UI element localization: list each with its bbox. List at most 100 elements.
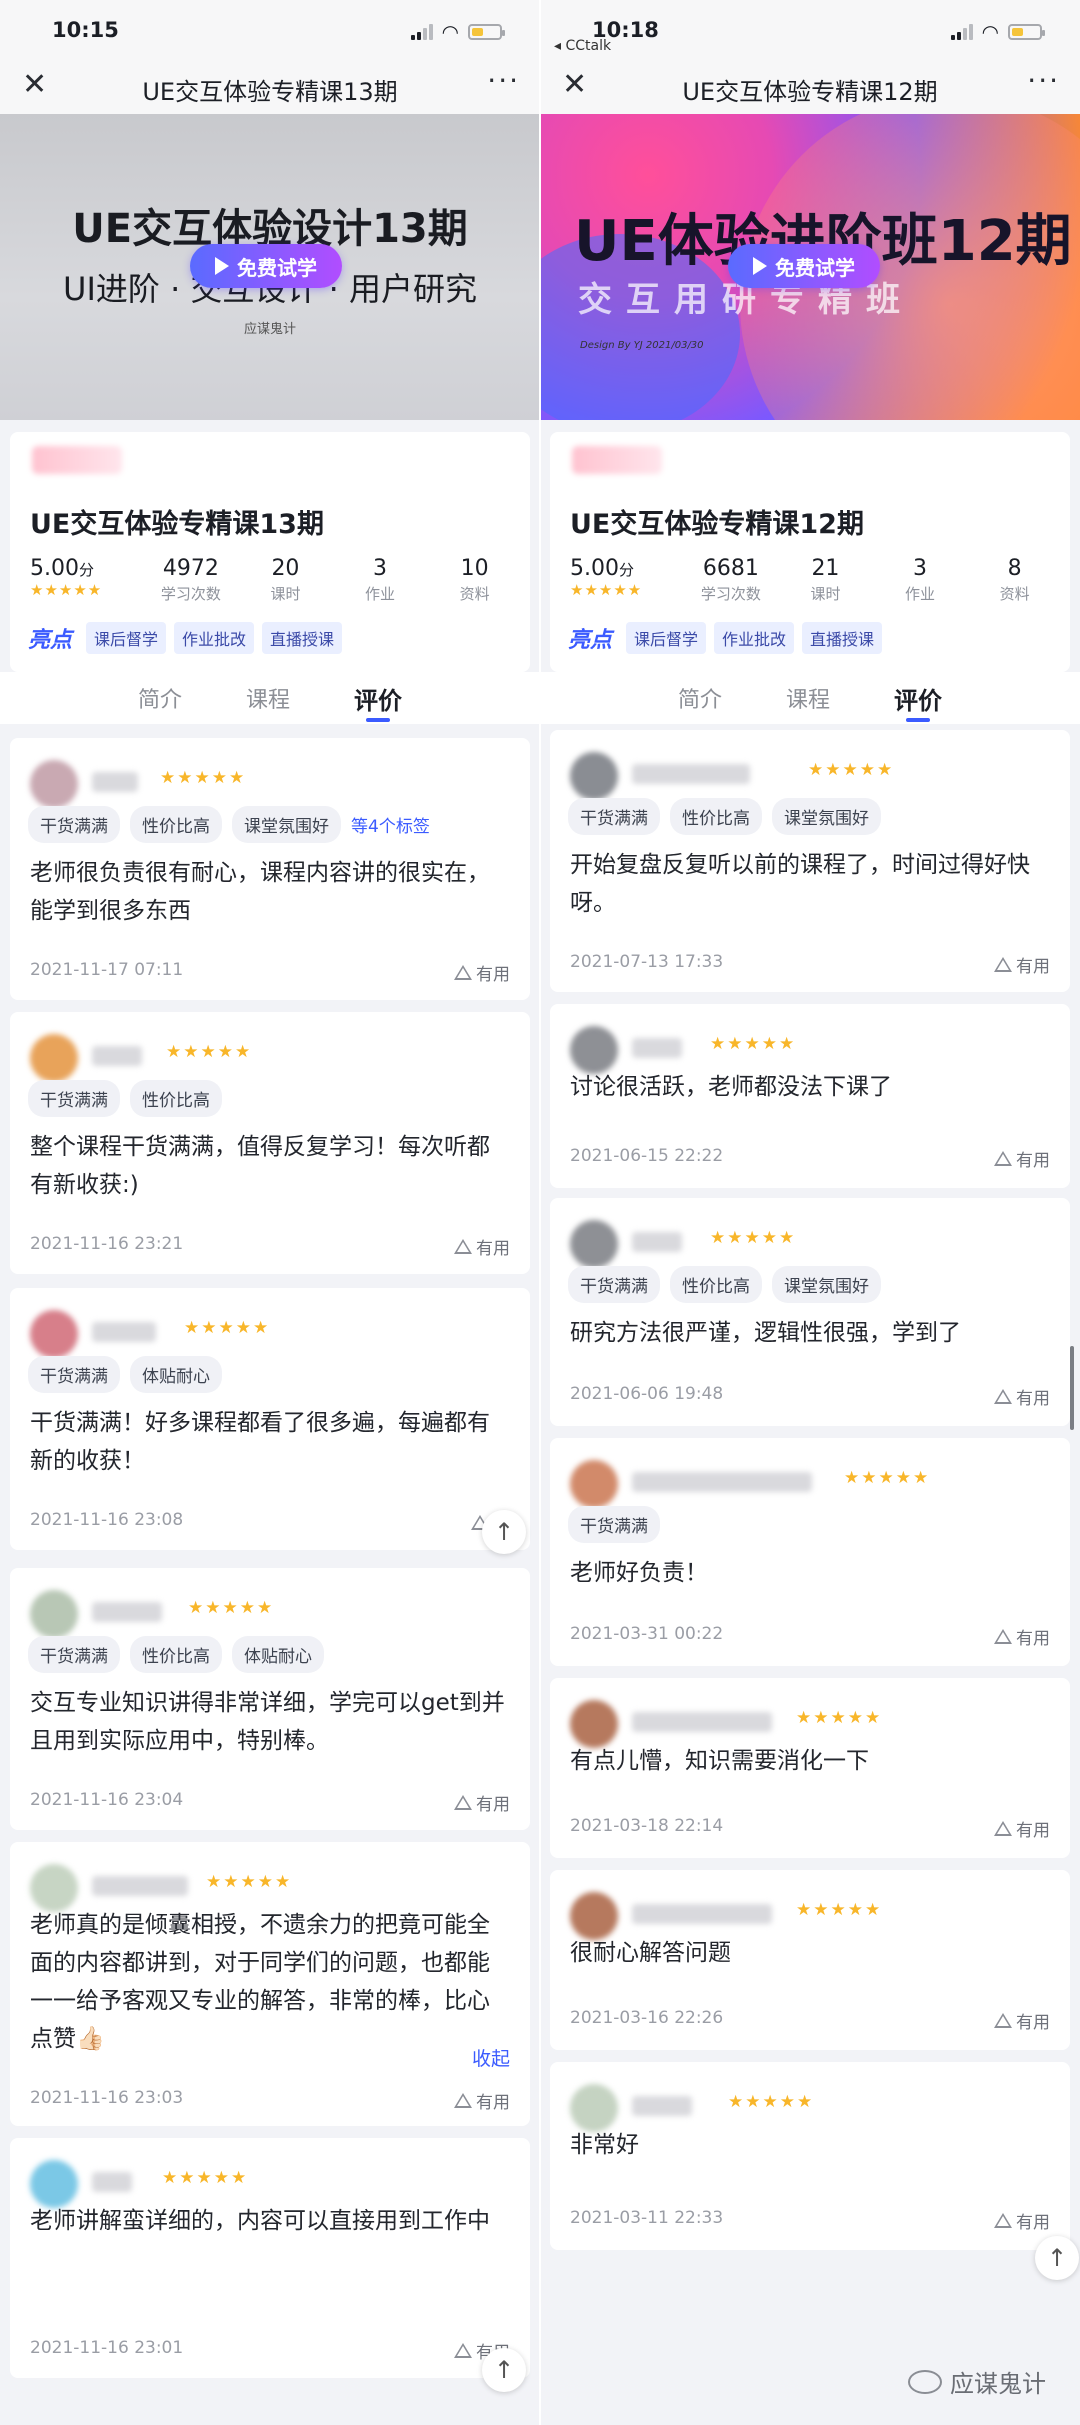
avatar[interactable] [30, 1310, 78, 1358]
useful-button[interactable]: 有用 [454, 1790, 510, 1815]
review-text: 开始复盘反复听以前的课程了，时间过得好快呀。 [570, 852, 1030, 916]
useful-label: 有用 [1016, 2013, 1050, 2033]
useful-button[interactable]: 有用 [994, 2208, 1050, 2233]
tab-2[interactable]: 评价 [894, 681, 942, 716]
stat-value-number: 4972 [162, 556, 219, 581]
wifi-icon: ◠ [982, 20, 998, 44]
avatar[interactable] [30, 1590, 78, 1638]
review-card: ★★★★★ 干货满满 性价比高 体贴耐心 交互专业知识讲得非常详细，学完可以get到并且… [10, 1568, 530, 1830]
arrow-up-icon: ↑ [493, 2356, 515, 2384]
avatar[interactable] [570, 2084, 618, 2132]
stat-3: 3 作业 [333, 556, 428, 604]
useful-button[interactable]: 有用 [994, 1816, 1050, 1841]
useful-label: 有用 [476, 1239, 510, 1259]
tab-2[interactable]: 评价 [354, 681, 402, 716]
back-to-top-button[interactable]: ↑ [1035, 2236, 1079, 2280]
free-trial-button[interactable]: 免费试学 [190, 244, 342, 288]
useful-button[interactable]: 有用 [994, 1146, 1050, 1171]
review-tag: 课堂氛围好 [772, 798, 881, 835]
useful-button[interactable]: 有用 [994, 952, 1050, 977]
avatar[interactable] [570, 1220, 618, 1268]
left-screenshot: 10:15 ◠ ✕ UE交互体验专精课13期 ··· UE交互体验设计13期 UI进阶 · … [0, 0, 540, 2425]
stat-value-number: 20 [271, 556, 300, 581]
review-card: ★★★★★ 有点儿懵，知识需要消化一下 2021-03-18 22:14 有用 [550, 1678, 1070, 1858]
wechat-icon [908, 2369, 942, 2394]
nav-bar: ✕ UE交互体验专精课13期 ··· [0, 58, 540, 114]
stat-value: 4972 [144, 556, 239, 581]
tab-1[interactable]: 课程 [246, 682, 290, 714]
more-icon[interactable]: ··· [487, 64, 520, 97]
course-tag: 直播授课 [802, 622, 883, 654]
review-text: 非常好 [570, 2132, 639, 2158]
review-card: ★★★★★ 干货满满 性价比高 整个课程干货满满，值得反复学习！每次听都有新收获:) 2… [10, 1012, 530, 1274]
tab-1[interactable]: 课程 [786, 682, 830, 714]
review-date: 2021-03-18 22:14 [570, 1816, 724, 1836]
avatar[interactable] [30, 1864, 78, 1912]
thumb-up-icon [994, 1389, 1012, 1404]
tab-0[interactable]: 简介 [678, 682, 722, 714]
course-stats: 5.00分 ★★★★★ 4972 学习次数 20 课时 3 作业 10 资料 [26, 556, 522, 604]
review-tag: 性价比高 [670, 798, 762, 835]
review-card: ★★★★★ 讨论很活跃，老师都没法下课了 2021-06-15 22:22 有用 [550, 1004, 1070, 1188]
useful-button[interactable]: 有用 [994, 1624, 1050, 1649]
stat-label: 学习次数 [700, 585, 761, 603]
useful-button[interactable]: 有用 [994, 1384, 1050, 1409]
avatar[interactable] [570, 1892, 618, 1940]
highlight-label: 亮点 [568, 628, 613, 653]
review-text: 交互专业知识讲得非常详细，学完可以get到并且用到实际应用中，特别棒。 [30, 1690, 505, 1754]
rating-stars: ★★★★★ [570, 581, 643, 599]
signal-icon [410, 24, 433, 40]
avatar[interactable] [570, 1460, 618, 1508]
free-trial-label: 免费试学 [237, 255, 317, 280]
back-to-app-label[interactable]: ◂ CCtalk [554, 38, 611, 54]
useful-button[interactable]: 有用 [454, 2088, 510, 2113]
thumb-up-icon [994, 1151, 1012, 1166]
avatar[interactable] [570, 1700, 618, 1748]
stat-value: 5.00分 [570, 556, 684, 581]
review-date: 2021-11-16 23:21 [30, 1234, 184, 1254]
review-text: 研究方法很严谨，逻辑性很强，学到了 [570, 1320, 961, 1346]
review-tags: 干货满满 性价比高 课堂氛围好 [568, 798, 881, 835]
review-text: 老师真的是倾囊相授，不遗余力的把竟可能全面的内容都讲到，对于同学们的问题，也都能… [30, 1912, 490, 2052]
avatar[interactable] [30, 760, 78, 808]
thumb-up-icon [454, 965, 472, 980]
useful-button[interactable]: 有用 [454, 1234, 510, 1259]
more-icon[interactable]: ··· [1027, 64, 1060, 97]
review-card: ★★★★★ 非常好 2021-03-11 22:33 有用 [550, 2062, 1070, 2250]
banner-logo: 应谋鬼计 [243, 322, 296, 337]
avatar[interactable] [30, 2160, 78, 2208]
back-to-top-button[interactable]: ↑ [482, 2348, 526, 2392]
review-text: 有点儿懵，知识需要消化一下 [570, 1748, 869, 1774]
stat-unit: 分 [618, 561, 634, 579]
nav-bar: ✕ UE交互体验专精课12期 ··· [540, 58, 1080, 114]
stat-value-number: 6681 [702, 556, 759, 581]
review-tag: 干货满满 [568, 798, 660, 835]
nav-title: UE交互体验专精课13期 [142, 78, 398, 106]
stat-2: 20 课时 [238, 556, 333, 604]
useful-button[interactable]: 有用 [994, 2008, 1050, 2033]
more-tags-link[interactable]: 等4个标签 [351, 812, 430, 837]
back-to-top-button[interactable]: ↑ [482, 1510, 526, 1554]
collapse-link[interactable]: 收起 [472, 2044, 510, 2071]
avatar[interactable] [570, 1026, 618, 1074]
avatar[interactable] [30, 1034, 78, 1082]
scrollbar[interactable] [1070, 1346, 1074, 1430]
highlight-label: 亮点 [28, 628, 73, 653]
review-date: 2021-11-16 23:03 [30, 2088, 184, 2108]
avatar[interactable] [570, 752, 618, 800]
useful-button[interactable]: 有用 [454, 960, 510, 985]
watermark-text: 应谋鬼计 [950, 2370, 1046, 2398]
thumb-up-icon [994, 1629, 1012, 1644]
stat-1: 4972 学习次数 [144, 556, 239, 604]
free-trial-button[interactable]: 免费试学 [728, 244, 880, 288]
useful-label: 有用 [1016, 1151, 1050, 1171]
useful-label: 有用 [1016, 2213, 1050, 2233]
review-date: 2021-11-17 07:11 [30, 960, 184, 980]
tab-0[interactable]: 简介 [138, 682, 182, 714]
review-tag: 性价比高 [130, 1080, 222, 1117]
review-card: ★★★★★ 干货满满 性价比高 课堂氛围好 等4个标签 老师很负责很有耐心，课程内容讲的很… [10, 738, 530, 1000]
user-name-blurred [92, 1876, 188, 1896]
user-name-blurred [632, 764, 750, 784]
stat-label: 作业 [905, 585, 936, 603]
review-tags: 干货满满 [568, 1506, 660, 1543]
